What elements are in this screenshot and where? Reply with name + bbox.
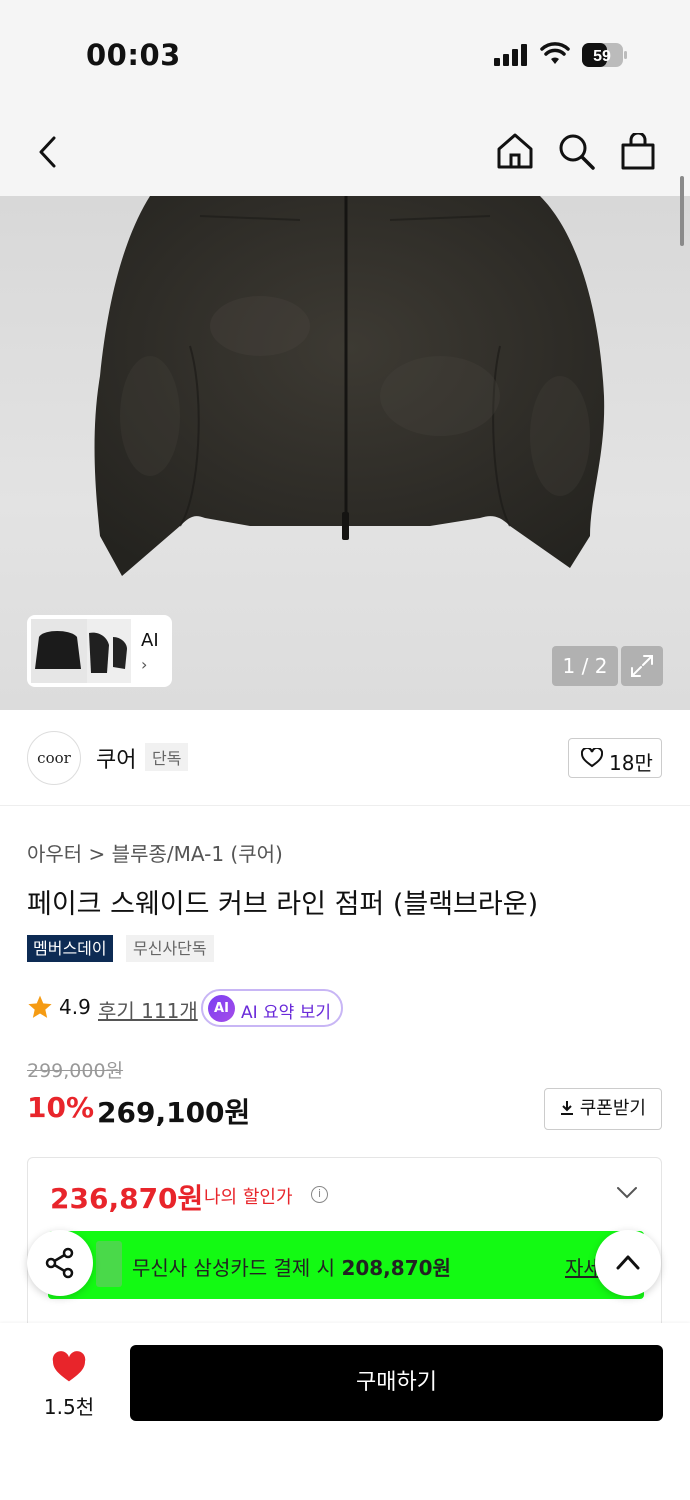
share-button[interactable] (27, 1230, 93, 1296)
coupon-label: 쿠폰받기 (579, 1098, 646, 1119)
expand-button[interactable] (621, 646, 663, 686)
heart-outline-icon (581, 748, 603, 768)
original-price: 299,000원 (27, 1060, 124, 1082)
wishlist-count: 1.5천 (43, 1395, 95, 1419)
exclusive-tag: 단독 (145, 743, 189, 771)
home-icon[interactable] (496, 132, 534, 170)
share-icon (45, 1247, 74, 1279)
status-time: 00:03 (86, 38, 181, 72)
scroll-top-button[interactable] (595, 1230, 661, 1296)
membersday-tag: 멤버스데이 (27, 935, 113, 962)
card-promo-text: 무신사 삼성카드 결제 시 208,870원 (132, 1256, 451, 1280)
expand-icon (631, 655, 653, 677)
chevron-right-icon: › (141, 655, 148, 674)
rating-score: 4.9 (59, 995, 91, 1019)
chevron-up-icon (616, 1255, 640, 1270)
brand-logo[interactable]: coor (27, 731, 81, 785)
wifi-icon (540, 42, 570, 64)
ai-summary-button[interactable]: AI AI 요약 보기 (201, 989, 343, 1027)
product-title: 페이크 스웨이드 커브 라인 점퍼 (블랙브라운) (27, 889, 539, 920)
info-icon[interactable]: i (311, 1186, 328, 1203)
brand-like-button[interactable]: 18만 (568, 738, 662, 778)
top-nav (0, 105, 690, 196)
musinsa-exclusive-tag: 무신사단독 (126, 935, 214, 962)
buy-button[interactable]: 구매하기 (130, 1345, 663, 1421)
status-bar: 00:03 59 (0, 0, 690, 105)
heart-filled-icon (52, 1351, 86, 1382)
bottom-action-bar: 1.5천 구매하기 (0, 1323, 690, 1500)
ai-badge-icon: AI (208, 995, 235, 1022)
card-promo-amount: 208,870원 (341, 1256, 451, 1280)
back-icon[interactable] (36, 135, 60, 169)
battery-level: 59 (593, 48, 611, 65)
card-promo-banner[interactable]: 무신사 삼성카드 결제 시 208,870원 자세히 (48, 1231, 644, 1299)
ai-thumbnail-label: AI (141, 630, 159, 651)
reviews-link[interactable]: 후기 111개 (98, 995, 198, 1024)
brand-like-count: 18만 (609, 751, 653, 775)
ai-summary-label: AI 요약 보기 (241, 1003, 332, 1023)
download-icon (561, 1101, 573, 1115)
cellular-signal-icon (494, 44, 527, 66)
search-icon[interactable] (558, 133, 596, 171)
my-discount-price: 236,870원 (50, 1182, 204, 1215)
battery-icon: 59 (582, 43, 627, 67)
star-icon (28, 995, 52, 1018)
discount-rate: 10% (27, 1091, 95, 1124)
thumbnail-images (31, 619, 131, 683)
brand-name[interactable]: 쿠어 (96, 742, 136, 774)
image-thumbnails[interactable]: AI › (27, 615, 172, 687)
brand-row: coor 쿠어 단독 18만 (0, 710, 690, 806)
card-image-icon (96, 1241, 122, 1287)
breadcrumb[interactable]: 아우터 > 블루종/MA-1 (쿠어) (27, 838, 283, 867)
page-scrollbar[interactable] (680, 176, 684, 246)
my-discount-label: 나의 할인가 (204, 1187, 293, 1208)
coupon-button[interactable]: 쿠폰받기 (544, 1088, 662, 1130)
chevron-down-icon[interactable] (616, 1186, 638, 1200)
cart-icon[interactable] (620, 133, 656, 171)
wishlist-button[interactable]: 1.5천 (40, 1351, 98, 1420)
sale-price: 269,100원 (97, 1096, 251, 1129)
image-pager: 1 / 2 (552, 646, 618, 686)
